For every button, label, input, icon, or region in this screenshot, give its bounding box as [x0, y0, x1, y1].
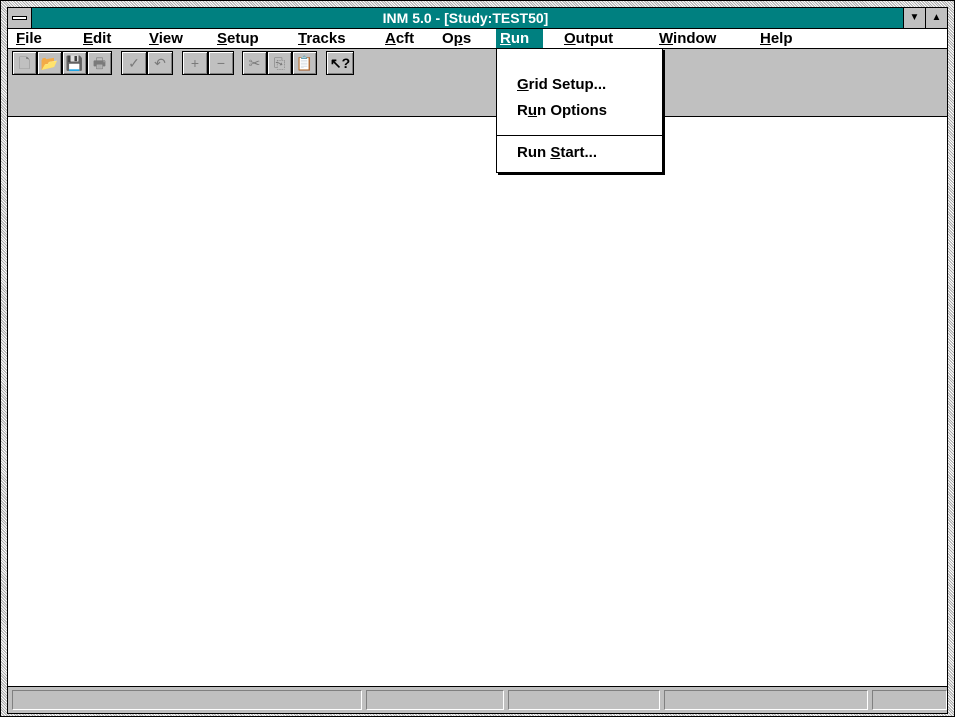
- print-button[interactable]: 🖶: [87, 51, 112, 75]
- help-context-icon: ↖?: [329, 55, 351, 71]
- cut-button[interactable]: ✂: [242, 51, 267, 75]
- menu-item-run-start[interactable]: Run Start...: [497, 142, 662, 164]
- copy-button[interactable]: ⎘: [267, 51, 292, 75]
- menu-view[interactable]: View: [145, 29, 187, 48]
- paste-button[interactable]: 📋: [292, 51, 317, 75]
- copy-icon: ⎘: [273, 55, 286, 71]
- menu-separator: [497, 135, 662, 136]
- window-title: INM 5.0 - [Study:TEST50]: [382, 10, 549, 26]
- menu-ops[interactable]: Ops: [438, 29, 475, 48]
- context-help-button[interactable]: ↖?: [326, 51, 354, 75]
- run-menu-dropdown: Grid Setup... Run Options Run Start...: [496, 48, 663, 173]
- save-icon: 💾: [65, 55, 84, 71]
- undo-button[interactable]: ↶: [147, 51, 173, 75]
- check-icon: ✓: [128, 55, 140, 71]
- status-pane-3: [508, 690, 660, 710]
- status-pane-2: [366, 690, 504, 710]
- menu-bar: File Edit View Setup Tracks Acft Ops Run…: [8, 29, 947, 49]
- window-body: INM 5.0 - [Study:TEST50] ▼ ▲ File Edit V…: [7, 7, 948, 714]
- add-icon: +: [190, 55, 200, 71]
- menu-help[interactable]: Help: [756, 29, 797, 48]
- toolbar: 🗋 📂 💾 🖶 ✓ ↶ + − ✂ ⎘ 📋 ↖?: [8, 49, 947, 117]
- menu-acft[interactable]: Acft: [381, 29, 418, 48]
- menu-run[interactable]: Run: [496, 29, 543, 48]
- menu-tracks[interactable]: Tracks: [294, 29, 350, 48]
- save-button[interactable]: 💾: [62, 51, 87, 75]
- mdi-workspace: [8, 117, 947, 687]
- add-button[interactable]: +: [182, 51, 208, 75]
- status-pane-message: [12, 690, 362, 710]
- system-menu-button[interactable]: [8, 8, 32, 28]
- remove-icon: −: [216, 55, 226, 71]
- title-bar[interactable]: INM 5.0 - [Study:TEST50] ▼ ▲: [8, 8, 947, 29]
- status-pane-5: [872, 690, 947, 710]
- system-menu-icon: [12, 16, 27, 20]
- menu-item-grid-setup[interactable]: Grid Setup...: [497, 74, 662, 96]
- cut-icon: ✂: [248, 55, 261, 71]
- status-pane-4: [664, 690, 868, 710]
- menu-file[interactable]: File: [12, 29, 46, 48]
- menu-item-run-options[interactable]: Run Options: [497, 100, 662, 122]
- print-icon: 🖶: [92, 55, 107, 71]
- menu-edit[interactable]: Edit: [79, 29, 115, 48]
- maximize-button[interactable]: ▲: [925, 8, 947, 28]
- paste-icon: 📋: [295, 55, 314, 71]
- remove-button[interactable]: −: [208, 51, 234, 75]
- status-bar: [8, 686, 947, 713]
- open-icon: 📂: [40, 55, 59, 71]
- menu-output[interactable]: Output: [560, 29, 617, 48]
- maximize-icon: ▲: [931, 12, 942, 23]
- check-button[interactable]: ✓: [121, 51, 147, 75]
- new-button[interactable]: 🗋: [12, 51, 37, 75]
- new-icon: 🗋: [18, 55, 31, 71]
- minimize-icon: ▼: [909, 12, 920, 23]
- application-window: INM 5.0 - [Study:TEST50] ▼ ▲ File Edit V…: [0, 0, 955, 717]
- open-button[interactable]: 📂: [37, 51, 62, 75]
- menu-setup[interactable]: Setup: [213, 29, 263, 48]
- minimize-button[interactable]: ▼: [903, 8, 925, 28]
- menu-window[interactable]: Window: [655, 29, 720, 48]
- undo-icon: ↶: [154, 55, 166, 71]
